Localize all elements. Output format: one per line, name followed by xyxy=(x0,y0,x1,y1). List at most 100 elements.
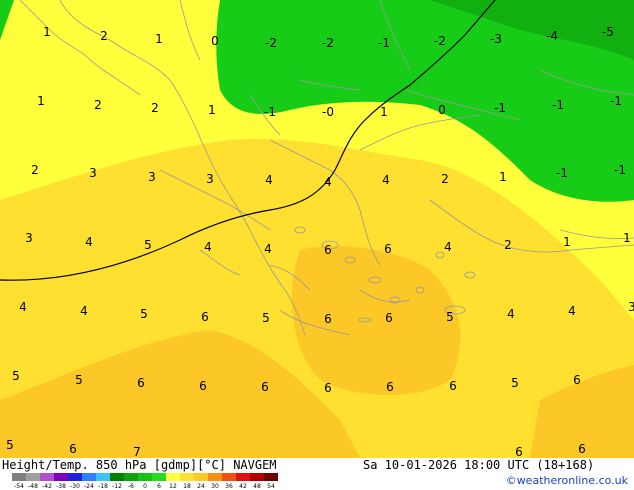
color-scale-segment xyxy=(110,473,124,481)
color-scale-segment xyxy=(68,473,82,481)
temperature-label: 5 xyxy=(12,369,20,383)
color-scale-tick: -24 xyxy=(84,483,94,490)
temperature-label: 5 xyxy=(446,310,454,324)
temperature-label: 4 xyxy=(507,307,515,321)
temperature-label: 3 xyxy=(89,166,97,180)
temperature-label: 1 xyxy=(563,235,571,249)
color-scale-tick: 54 xyxy=(267,483,275,490)
temperature-label: 4 xyxy=(264,242,272,256)
temperature-label: 1 xyxy=(499,170,507,184)
temperature-label: -1 xyxy=(552,98,564,112)
temperature-label: -1 xyxy=(614,163,626,177)
temperature-label: 6 xyxy=(201,310,209,324)
temperature-label: 1 xyxy=(155,32,163,46)
color-scale-tick: 6 xyxy=(157,483,161,490)
color-scale-segment xyxy=(82,473,96,481)
temperature-label: 6 xyxy=(137,376,145,390)
temperature-label: 1 xyxy=(43,25,51,39)
temperature-label: 7 xyxy=(133,445,141,458)
temperature-label: 2 xyxy=(441,172,449,186)
temperature-label: 5 xyxy=(75,373,83,387)
temperature-label: 2 xyxy=(151,101,159,115)
color-scale-tick: 12 xyxy=(169,483,177,490)
color-scale-tick: 36 xyxy=(225,483,233,490)
color-scale-segment xyxy=(236,473,250,481)
temperature-label: 3 xyxy=(25,231,33,245)
color-scale-segment xyxy=(194,473,208,481)
temperature-label: 5 xyxy=(6,438,14,452)
temperature-label: 4 xyxy=(382,173,390,187)
temperature-label: 6 xyxy=(324,381,332,395)
temperature-label: 4 xyxy=(19,300,27,314)
weather-map: 1 2 1 0 -2 -2 -1 -2 -3 -4 -5 1 2 2 1 -1 -0 1 0 -1 -1 -1 2 3 3 3 4 4… xyxy=(0,0,634,458)
color-scale-tick: -18 xyxy=(98,483,108,490)
color-scale-segment xyxy=(250,473,264,481)
temperature-label: 4 xyxy=(204,240,212,254)
temperature-label: 6 xyxy=(384,242,392,256)
temperature-label: 3 xyxy=(628,300,634,314)
temperature-label: 2 xyxy=(31,163,39,177)
temperature-label: 6 xyxy=(385,311,393,325)
temperature-label: 1 xyxy=(37,94,45,108)
color-scale-segment xyxy=(124,473,138,481)
color-scale-segment xyxy=(54,473,68,481)
color-scale-tick: 0 xyxy=(143,483,147,490)
color-scale-tick: -42 xyxy=(42,483,52,490)
color-scale-tick: 42 xyxy=(239,483,247,490)
temperature-label: 6 xyxy=(199,379,207,393)
color-scale-segment xyxy=(208,473,222,481)
color-scale-segment xyxy=(26,473,40,481)
color-scale-tick: 18 xyxy=(183,483,191,490)
temperature-label: 2 xyxy=(94,98,102,112)
temperature-label: 5 xyxy=(262,311,270,325)
temperature-label: 2 xyxy=(100,29,108,43)
color-scale-segment xyxy=(96,473,110,481)
temperature-label: -3 xyxy=(490,32,502,46)
color-scale-segment xyxy=(138,473,152,481)
temperature-label: 4 xyxy=(265,173,273,187)
temperature-label: 1 xyxy=(380,105,388,119)
temperature-label: -1 xyxy=(378,36,390,50)
color-scale-tick: 24 xyxy=(197,483,205,490)
color-scale-segment xyxy=(40,473,54,481)
temperature-label: -2 xyxy=(265,36,277,50)
color-scale-segment xyxy=(222,473,236,481)
color-scale-tick: -6 xyxy=(128,483,134,490)
color-scale-segment xyxy=(12,473,26,481)
color-scale-segment xyxy=(152,473,166,481)
color-scale-segment xyxy=(180,473,194,481)
temperature-label: -1 xyxy=(556,166,568,180)
color-scale-tick: -12 xyxy=(112,483,122,490)
color-scale-tick: -30 xyxy=(70,483,80,490)
color-scale-tick: -38 xyxy=(56,483,66,490)
temperature-label: 6 xyxy=(324,243,332,257)
valid-time: Sa 10-01-2026 18:00 UTC (18+168) xyxy=(363,458,595,472)
temperature-label: 5 xyxy=(511,376,519,390)
temperature-label: 5 xyxy=(144,238,152,252)
temperature-label: -1 xyxy=(264,105,276,119)
credit-link[interactable]: ©weatheronline.co.uk xyxy=(506,474,628,487)
temperature-label: 6 xyxy=(578,442,586,456)
temperature-label: 6 xyxy=(261,380,269,394)
temperature-label: 6 xyxy=(386,380,394,394)
temperature-label: 4 xyxy=(324,175,332,189)
temperature-label: 0 xyxy=(211,34,219,48)
temperature-label: 6 xyxy=(324,312,332,326)
temperature-label: 3 xyxy=(148,170,156,184)
temperature-label: -1 xyxy=(610,94,622,108)
temperature-label: 3 xyxy=(206,172,214,186)
temperature-label: 4 xyxy=(568,304,576,318)
temperature-label: 1 xyxy=(208,103,216,117)
map-footer: Height/Temp. 850 hPa [gdmp][°C] NAVGEM S… xyxy=(0,458,634,490)
color-scale-segment xyxy=(166,473,180,481)
temperature-label: 6 xyxy=(69,442,77,456)
temperature-label: 6 xyxy=(449,379,457,393)
temperature-label: 5 xyxy=(140,307,148,321)
temperature-label: 4 xyxy=(80,304,88,318)
temperature-label: -2 xyxy=(322,36,334,50)
temperature-label: 6 xyxy=(515,445,523,458)
temperature-label: 6 xyxy=(573,373,581,387)
color-scale-bar xyxy=(12,473,278,483)
temperature-label: -0 xyxy=(322,105,334,119)
temperature-label: 4 xyxy=(85,235,93,249)
